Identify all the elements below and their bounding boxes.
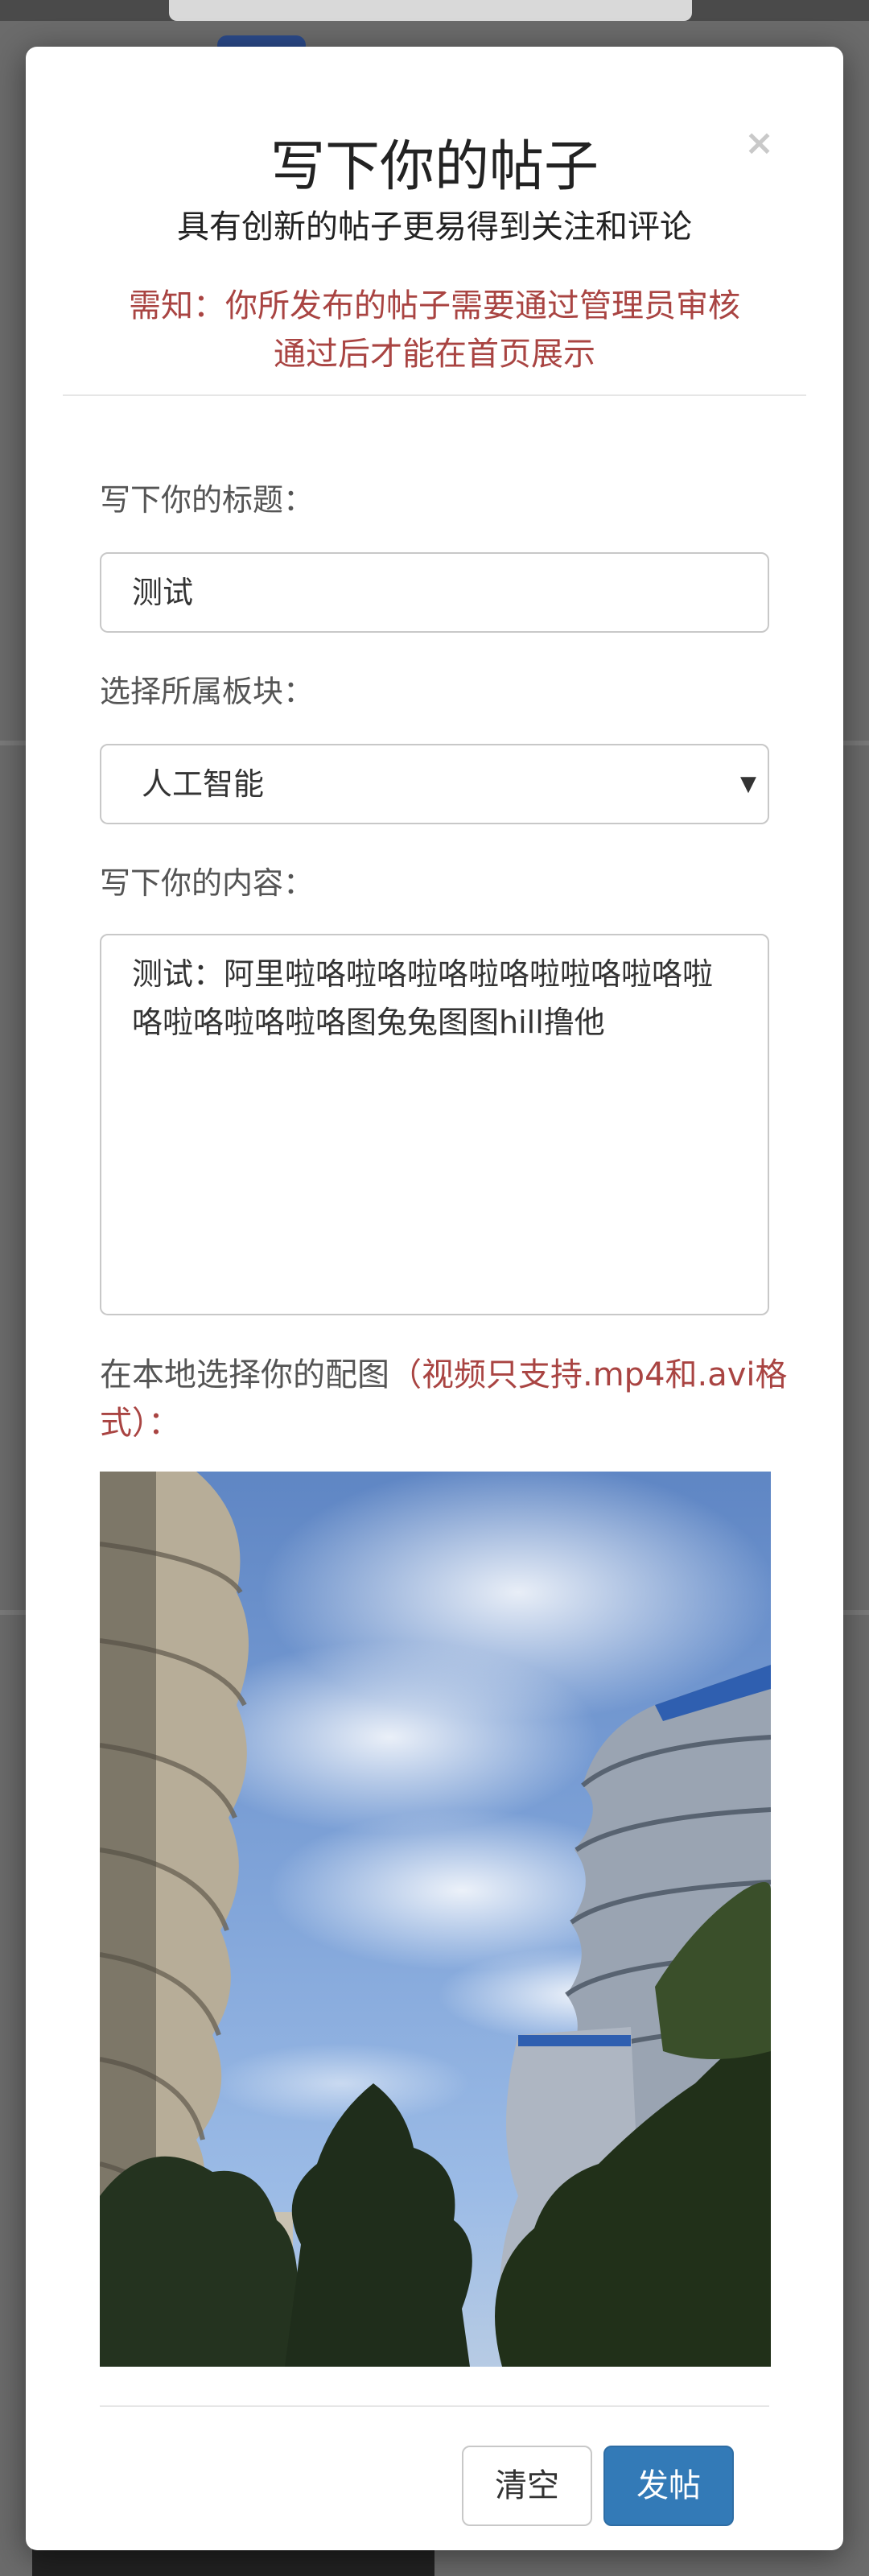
section-selected-value: 人工智能 <box>142 766 265 802</box>
section-select[interactable]: 人工智能 ▼ <box>100 744 769 824</box>
footer-divider <box>100 2405 769 2407</box>
post-button[interactable]: 发帖 <box>603 2446 734 2526</box>
new-post-modal: × 写下你的帖子 具有创新的帖子更易得到关注和评论 需知：你所发布的帖子需要通过… <box>26 47 843 2550</box>
title-label: 写下你的标题： <box>100 482 315 518</box>
review-notice-line-1: 需知：你所发布的帖子需要通过管理员审核 <box>129 287 740 324</box>
sky-with-buildings-photo <box>100 1472 771 2367</box>
review-notice-line-2: 通过后才能在首页展示 <box>274 336 595 373</box>
content-textarea[interactable]: 测试：阿里啦咯啦咯啦咯啦咯啦啦咯啦咯啦咯啦咯啦咯啦咯图兔兔图图hill撸他 <box>100 934 769 1315</box>
clear-button[interactable]: 清空 <box>462 2446 592 2526</box>
image-picker-label: 在本地选择你的配图（视频只支持.mp4和.avi格式）： <box>100 1351 792 1447</box>
title-input[interactable]: 测试 <box>100 552 769 633</box>
image-picker-label-text: 在本地选择你的配图 <box>100 1356 389 1393</box>
background-header <box>0 0 869 21</box>
modal-title: 写下你的帖子 <box>270 135 599 199</box>
header-divider <box>63 394 806 396</box>
selected-image-preview[interactable] <box>100 1472 771 2367</box>
review-notice: 需知：你所发布的帖子需要通过管理员审核 通过后才能在首页展示 <box>26 282 843 378</box>
modal-subtitle: 具有创新的帖子更易得到关注和评论 <box>177 208 692 246</box>
chevron-down-icon: ▼ <box>740 772 756 796</box>
section-label: 选择所属板块： <box>100 674 315 709</box>
content-label: 写下你的内容： <box>100 865 315 901</box>
